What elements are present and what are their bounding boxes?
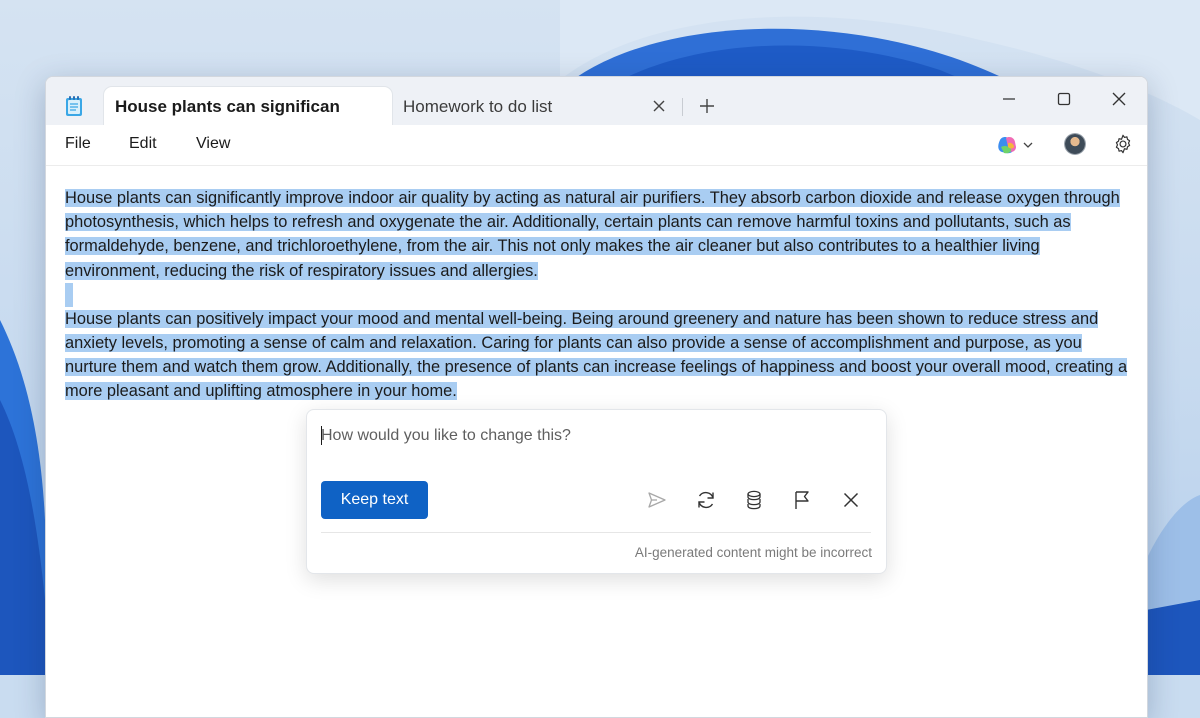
menu-edit[interactable]: Edit — [129, 135, 157, 153]
close-window-icon[interactable] — [1107, 87, 1131, 111]
menu-file[interactable]: File — [65, 135, 91, 153]
selected-text: House plants can significantly improve i… — [65, 189, 1120, 280]
menu-view[interactable]: View — [196, 135, 230, 153]
text-caret — [321, 426, 322, 445]
maximize-icon[interactable] — [1052, 87, 1076, 111]
avatar[interactable] — [1065, 134, 1085, 154]
ai-disclaimer: AI-generated content might be incorrect — [634, 545, 872, 560]
minimize-icon[interactable] — [997, 87, 1021, 111]
notepad-icon — [66, 96, 82, 116]
close-tab-icon[interactable] — [650, 97, 668, 115]
gear-icon[interactable] — [1112, 133, 1134, 155]
rewrite-prompt-box: Keep text AI-generated content might be … — [306, 409, 887, 574]
tab-label: Homework to do list — [403, 97, 553, 116]
title-bar: House plants can significan Homework to … — [46, 77, 1147, 127]
paragraph-mood: House plants can positively impact your … — [65, 307, 1135, 404]
new-tab-icon[interactable] — [696, 95, 718, 117]
prompt-divider — [321, 532, 871, 533]
tab-homework[interactable]: Homework to do list — [392, 87, 682, 127]
stack-icon[interactable] — [742, 488, 766, 512]
tab-house-plants[interactable]: House plants can significan — [104, 87, 392, 127]
selected-empty-line — [65, 283, 73, 307]
paragraph-air-quality: House plants can significantly improve i… — [65, 186, 1135, 283]
selected-text: House plants can positively impact your … — [65, 309, 1128, 401]
copilot-icon[interactable] — [996, 134, 1036, 156]
tab-label: House plants can significan — [115, 97, 340, 116]
rewrite-input[interactable] — [321, 424, 861, 448]
refresh-icon[interactable] — [694, 488, 718, 512]
keep-text-button[interactable]: Keep text — [321, 481, 428, 519]
tab-divider — [682, 98, 683, 116]
flag-icon[interactable] — [790, 488, 814, 512]
notepad-window: House plants can significan Homework to … — [45, 76, 1148, 718]
close-icon[interactable] — [839, 488, 863, 512]
document-text[interactable]: House plants can significantly improve i… — [65, 186, 1135, 428]
send-icon[interactable] — [645, 488, 669, 512]
menu-bar: File Edit View — [46, 125, 1147, 166]
